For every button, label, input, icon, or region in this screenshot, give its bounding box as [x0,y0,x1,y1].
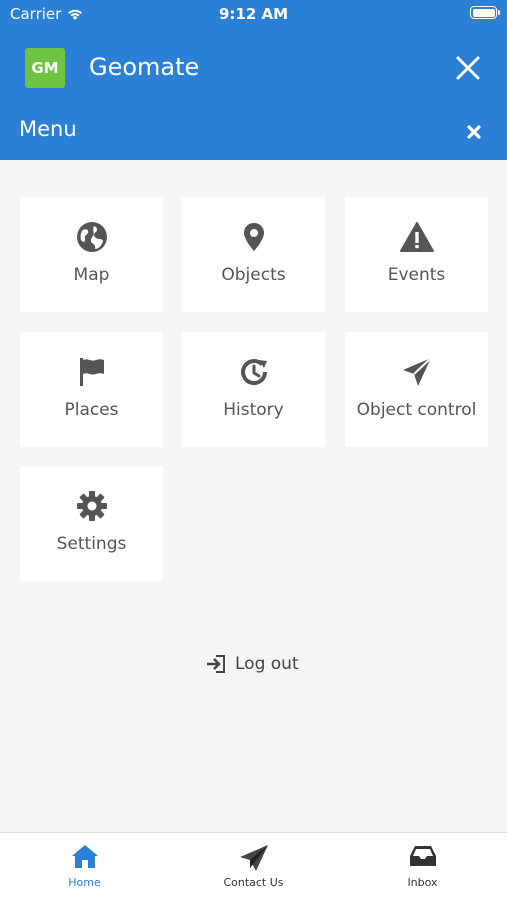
globe-icon [76,222,107,252]
warning-icon [399,222,434,252]
history-icon [240,359,267,385]
paper-plane-icon [239,845,268,871]
app-title: Geomate [89,53,200,81]
menu-label-map: Map [73,265,110,285]
gear-icon [76,491,107,521]
menu-label-settings: Settings [56,534,127,554]
close-icon[interactable] [452,52,484,84]
sign-in-icon [207,655,225,673]
app-header: Carrier 9:12 AM GM Geomate Menu [0,0,507,160]
menu-tile-map[interactable]: Map [20,197,163,312]
tab-inbox[interactable]: Inbox [338,833,507,900]
menu-label-places: Places [64,400,119,420]
logout-button[interactable]: Log out [205,654,299,674]
tab-home[interactable]: Home [0,833,169,900]
status-bar: Carrier 9:12 AM [0,0,507,28]
menu-label-objects: Objects [221,265,286,285]
app-logo: GM [25,48,65,88]
battery-icon [470,6,500,19]
menu-tile-settings[interactable]: Settings [20,466,163,581]
tab-home-label: Home [68,876,101,889]
menu-tile-history[interactable]: History [182,332,325,447]
send-icon [402,357,432,386]
menu-label-events: Events [387,265,446,285]
close-menu-icon[interactable] [466,124,482,140]
menu-tile-objects[interactable]: Objects [182,197,325,312]
tab-contact-us-label: Contact Us [223,876,284,889]
menu-tile-places[interactable]: Places [20,332,163,447]
status-time: 9:12 AM [218,5,289,23]
inbox-icon [409,846,436,866]
logout-label: Log out [235,654,299,674]
tab-bar: Home Contact Us Inbox [0,832,507,900]
menu-title: Menu [19,117,77,141]
map-pin-icon [243,223,264,251]
tab-inbox-label: Inbox [407,876,438,889]
menu-label-object-control: Object control [356,400,477,420]
menu-tile-events[interactable]: Events [345,197,488,312]
tab-contact-us[interactable]: Contact Us [169,833,338,900]
menu-tile-object-control[interactable]: Object control [345,332,488,447]
menu-label-history: History [223,400,284,420]
flag-icon [79,358,104,386]
home-icon [71,845,98,868]
